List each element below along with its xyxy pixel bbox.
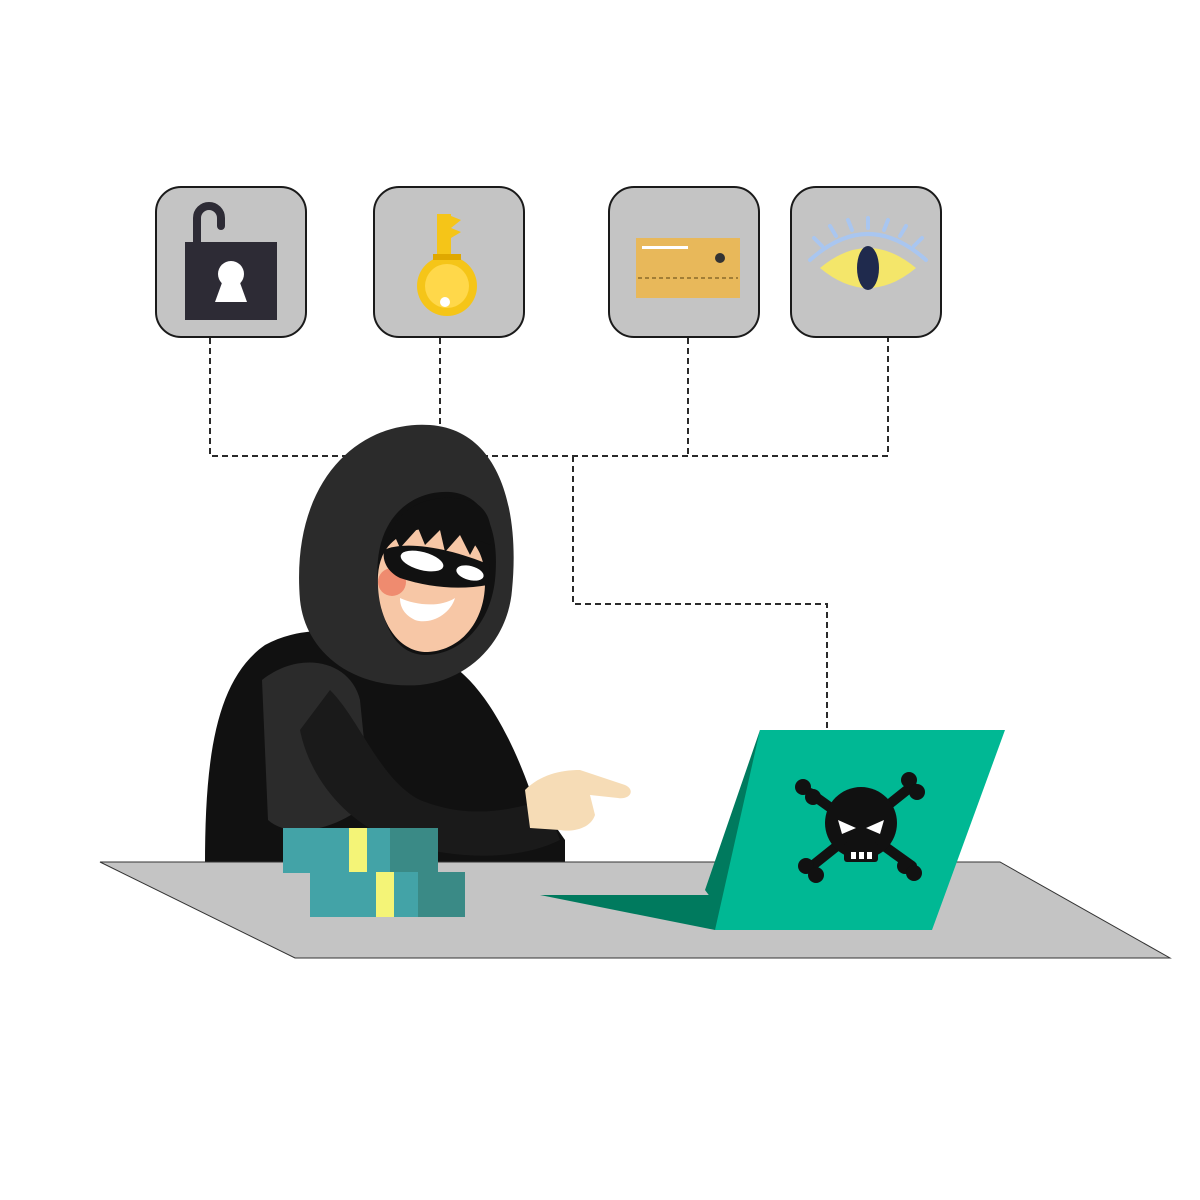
illustration-canvas — [99, 338, 1172, 959]
hacker — [205, 424, 631, 865]
hacker-illustration — [0, 0, 1200, 1200]
laptop — [540, 730, 1005, 930]
cash-stacks — [283, 828, 465, 917]
